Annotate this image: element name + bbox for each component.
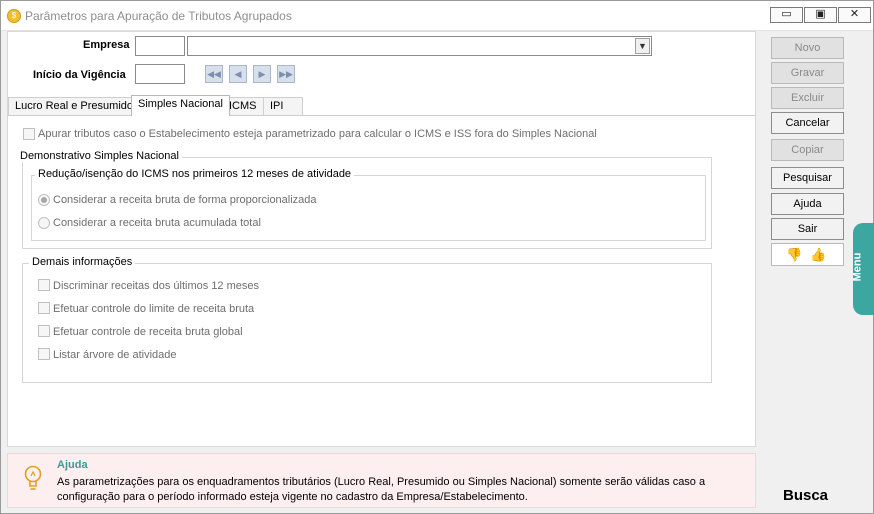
limite-checkbox[interactable]: [38, 302, 50, 314]
arvore-label: Listar árvore de atividade: [53, 349, 177, 361]
demonstrativo-title: Demonstrativo Simples Nacional: [17, 150, 182, 162]
arvore-checkbox[interactable]: [38, 348, 50, 360]
thumbs-up-icon[interactable]: 👍: [810, 247, 826, 263]
lightbulb-icon: [24, 465, 42, 490]
title-bar: $ Parâmetros para Apuração de Tributos A…: [1, 1, 873, 31]
proporcional-radio[interactable]: [38, 194, 50, 206]
last-record-icon[interactable]: ▶▶: [277, 65, 295, 83]
apurar-checkbox[interactable]: [23, 128, 35, 140]
menu-tab-label: Menu: [851, 252, 864, 282]
reducao-group: [31, 175, 706, 241]
sair-button[interactable]: Sair: [771, 218, 844, 240]
chevron-down-icon[interactable]: ▼: [635, 38, 650, 54]
cancelar-button[interactable]: Cancelar: [771, 112, 844, 134]
proporcional-label: Considerar a receita bruta de forma prop…: [53, 194, 317, 206]
help-text: As parametrizações para os enquadramento…: [57, 476, 706, 503]
apurar-label: Apurar tributos caso o Estabelecimento e…: [38, 128, 597, 140]
empresa-code-input[interactable]: [135, 36, 185, 56]
feedback-rating: 👎 👍: [771, 243, 844, 266]
empresa-label: Empresa: [83, 39, 130, 51]
discriminar-label: Discriminar receitas dos últimos 12 mese…: [53, 280, 260, 292]
vigencia-label: Início da Vigência: [33, 69, 126, 81]
first-record-icon[interactable]: ◀◀: [205, 65, 223, 83]
gravar-button[interactable]: Gravar: [771, 62, 844, 84]
close-button[interactable]: ✕: [838, 7, 871, 23]
app-window: $ Parâmetros para Apuração de Tributos A…: [0, 0, 874, 514]
acumulada-radio[interactable]: [38, 217, 50, 229]
empresa-name-combo[interactable]: ▼: [187, 36, 652, 56]
minimize-button[interactable]: ▭: [770, 7, 803, 23]
pesquisar-button[interactable]: Pesquisar: [771, 167, 844, 189]
tab-simples-nacional[interactable]: Simples Nacional: [131, 95, 230, 116]
novo-button[interactable]: Novo: [771, 37, 844, 59]
copiar-button[interactable]: Copiar: [771, 139, 844, 161]
acumulada-label: Considerar a receita bruta acumulada tot…: [53, 217, 261, 229]
global-checkbox[interactable]: [38, 325, 50, 337]
prev-record-icon[interactable]: ◀: [229, 65, 247, 83]
discriminar-checkbox[interactable]: [38, 279, 50, 291]
ajuda-button[interactable]: Ajuda: [771, 193, 844, 215]
help-panel: Ajuda As parametrizações para os enquadr…: [7, 453, 756, 508]
maximize-button[interactable]: ▣: [804, 7, 837, 23]
reducao-title: Redução/isenção do ICMS nos primeiros 12…: [35, 168, 355, 180]
help-title: Ajuda: [57, 459, 88, 471]
tab-divider: [7, 115, 756, 116]
excluir-button[interactable]: Excluir: [771, 87, 844, 109]
global-label: Efetuar controle de receita bruta global: [53, 326, 243, 338]
menu-tab[interactable]: Menu: [851, 223, 874, 315]
next-record-icon[interactable]: ▶: [253, 65, 271, 83]
thumbs-down-icon[interactable]: 👎: [786, 247, 802, 263]
coin-icon: $: [7, 9, 21, 23]
vigencia-input[interactable]: [135, 64, 185, 84]
tab-ipi[interactable]: IPI: [263, 97, 303, 115]
tab-lucro-real[interactable]: Lucro Real e Presumido: [8, 97, 141, 115]
busca-label[interactable]: Busca: [783, 487, 828, 504]
window-title: Parâmetros para Apuração de Tributos Agr…: [25, 9, 292, 23]
limite-label: Efetuar controle do limite de receita br…: [53, 303, 255, 315]
demais-title: Demais informações: [29, 256, 136, 268]
